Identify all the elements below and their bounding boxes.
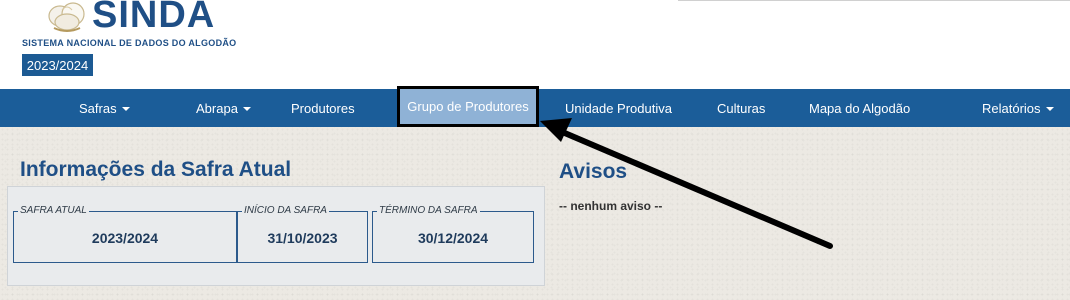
caret-down-icon [121, 107, 130, 111]
nav-item-abrapa[interactable]: Abrapa [196, 89, 251, 127]
safra-info-panel: SAFRA ATUAL 2023/2024 INÍCIO DA SAFRA 31… [7, 186, 545, 286]
inicio-safra-value: 31/10/2023 [267, 230, 338, 246]
caret-down-icon [242, 107, 251, 111]
nav-item-label: Grupo de Produtores [407, 99, 529, 114]
fieldset-legend: INÍCIO DA SAFRA [242, 205, 329, 216]
nav-item-label: Mapa do Algodão [809, 100, 911, 116]
safra-badge[interactable]: 2023/2024 [22, 54, 93, 76]
nav-item-mapa-do-algodao[interactable]: Mapa do Algodão [809, 89, 910, 127]
safra-info-title: Informações da Safra Atual [20, 158, 292, 181]
cotton-boll-icon [48, 2, 85, 32]
avisos-title: Avisos [559, 160, 628, 183]
safra-atual-value: 2023/2024 [91, 230, 159, 246]
logo-name: SINDA [92, 0, 216, 36]
avisos-message: -- nenhum aviso -- [559, 199, 663, 213]
fieldset-inicio-safra: INÍCIO DA SAFRA 31/10/2023 [237, 205, 368, 263]
termino-safra-value: 30/12/2024 [417, 230, 489, 246]
nav-item-culturas[interactable]: Culturas [717, 89, 765, 127]
top-divider [678, 0, 1070, 1]
nav-item-label: Culturas [717, 100, 766, 116]
nav-item-label: Abrapa [196, 100, 238, 116]
logo-tagline: SISTEMA NACIONAL DE DADOS DO ALGODÃO [22, 38, 237, 48]
fieldset-termino-safra: TÉRMINO DA SAFRA 30/12/2024 [372, 205, 534, 263]
nav-item-label: Produtores [291, 100, 355, 116]
nav-item-unidade-produtiva[interactable]: Unidade Produtiva [565, 89, 672, 127]
nav-item-label: Unidade Produtiva [565, 100, 672, 116]
nav-item-relatorios[interactable]: Relatórios [982, 89, 1054, 127]
header: SINDA SISTEMA NACIONAL DE DADOS DO ALGOD… [0, 0, 1070, 90]
fieldset-legend: TÉRMINO DA SAFRA [377, 205, 480, 216]
nav-item-label: Relatórios [982, 100, 1041, 116]
fieldset-safra-atual: SAFRA ATUAL 2023/2024 [13, 205, 237, 263]
nav-item-produtores[interactable]: Produtores [291, 89, 355, 127]
fieldset-legend: SAFRA ATUAL [18, 205, 89, 216]
nav-item-label: Safras [79, 100, 117, 116]
caret-down-icon [1045, 107, 1054, 111]
nav-item-grupo-de-produtores[interactable]: Grupo de Produtores [397, 86, 539, 127]
nav-item-safras[interactable]: Safras [79, 89, 130, 127]
sinda-logo[interactable]: SINDA SISTEMA NACIONAL DE DADOS DO ALGOD… [22, 0, 262, 50]
